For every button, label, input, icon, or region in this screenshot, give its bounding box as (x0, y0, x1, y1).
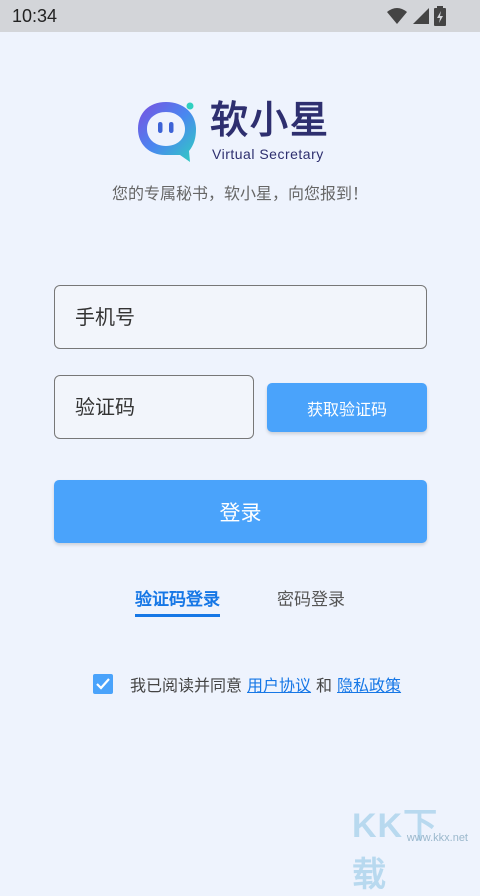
watermark-url: www.kkx.net (406, 832, 468, 844)
privacy-policy-link[interactable]: 隐私政策 (337, 672, 401, 696)
tab-code-login[interactable]: 验证码登录 (135, 585, 220, 617)
phone-input[interactable] (55, 286, 426, 348)
tab-password-login[interactable]: 密码登录 (277, 585, 345, 617)
code-field[interactable] (54, 375, 254, 439)
tagline: 您的专属秘书，软小星，向您报到！ (111, 184, 368, 203)
agreement-checkbox[interactable] (93, 674, 113, 694)
agreement-prefix: 我已阅读并同意 (130, 676, 243, 695)
signal-icon (413, 8, 429, 24)
app-logo: 软小星 Virtual Secretary (134, 98, 354, 168)
login-button[interactable]: 登录 (54, 480, 427, 543)
battery-icon (434, 6, 446, 26)
tab-code-login-label: 验证码登录 (135, 590, 220, 610)
check-icon (96, 678, 110, 690)
status-icons (386, 6, 446, 26)
status-bar: 10:34 (0, 0, 480, 32)
agreement-and: 和 (316, 676, 333, 695)
wifi-icon (387, 8, 407, 24)
phone-field[interactable] (54, 285, 427, 349)
code-input[interactable] (55, 376, 253, 438)
status-time: 10:34 (12, 6, 58, 26)
active-tab-indicator (135, 614, 220, 617)
chat-bubble-logo-icon (138, 102, 196, 162)
watermark: KK下载 www.kkx.net (352, 798, 472, 894)
user-agreement-link[interactable]: 用户协议 (247, 672, 311, 696)
watermark-logo: KK下载 (352, 807, 439, 894)
logo-title: 软小星 (210, 98, 331, 142)
agreement-row: 我已阅读并同意 用户协议 和 隐私政策 (93, 672, 401, 696)
get-code-button[interactable]: 获取验证码 (267, 383, 427, 432)
logo-subtitle: Virtual Secretary (212, 146, 324, 162)
tab-password-login-label: 密码登录 (277, 590, 345, 610)
